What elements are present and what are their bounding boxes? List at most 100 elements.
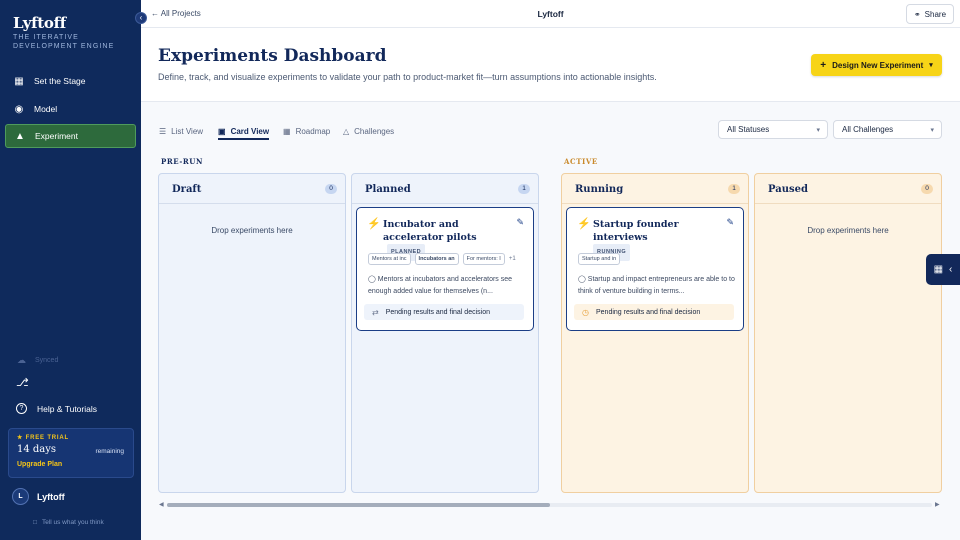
edit-icon[interactable]: ✎ [516,217,524,228]
design-new-experiment-button[interactable]: + Design New Experiment ▾ [811,54,942,76]
status-filter-select[interactable]: All Statuses ▾ [718,120,828,139]
sidebar-item-label: Experiment [35,131,78,141]
active-tab-indicator [218,138,269,140]
top-bar: ← All Projects Lyftoff ⚭ Share [141,0,960,28]
column-count-badge: 1 [728,184,740,194]
scroll-right-arrow[interactable]: ▶ [935,501,940,508]
experiment-card-description: ◯ Mentors at incubators and accelerators… [368,274,526,298]
scroll-left-arrow[interactable]: ◀ [159,501,164,508]
column-draft[interactable]: Draft 0 Drop experiments here [158,173,346,493]
flask-icon: ▲ [15,130,25,142]
column-planned[interactable]: Planned 1 ⚡ Incubator and accelerator pi… [351,173,539,493]
robot-icon: ▦ [933,264,944,275]
column-title: Planned [365,184,411,195]
tab-list-view[interactable]: ☰ List View [159,124,203,138]
assumption-chips: Startup and in [578,253,624,265]
experiment-card[interactable]: ⚡ Startup founder interviews RUNNING ✎ S… [566,207,744,331]
column-divider [755,203,941,204]
clock-icon: ◷ [582,307,589,317]
drop-zone-hint: Drop experiments here [211,226,293,235]
column-divider [352,203,538,204]
sidebar-item-label: Set the Stage [34,76,86,86]
experiment-card-description: ◯ Startup and impact entrepreneurs are a… [578,274,736,298]
lightbulb-icon: ◯ [578,276,586,283]
column-count-badge: 0 [921,184,933,194]
status-filter-value: All Statuses [727,125,770,134]
card-description-text: Mentors at incubators and accelerators s… [368,276,513,295]
share-label: Share [924,9,947,19]
chevron-down-icon: ▾ [816,127,820,134]
tab-label: Roadmap [295,126,331,136]
column-title: Draft [172,184,202,195]
column-paused[interactable]: Paused 0 Drop experiments here [754,173,942,493]
tab-label: List View [171,126,204,136]
help-icon: ? [16,403,27,414]
chat-icon: □ [33,519,37,526]
trial-remaining: remaining [95,448,124,455]
tab-challenges[interactable]: △ Challenges [343,124,394,138]
user-name: Lyftoff [37,491,65,502]
tab-roadmap[interactable]: ▦ Roadmap [283,124,330,138]
edit-icon[interactable]: ✎ [726,217,734,228]
column-title: Running [575,184,624,195]
group-label-pre-run: PRE-RUN [161,157,203,166]
horizontal-scrollbar-thumb[interactable] [167,503,550,507]
card-result-text: Pending results and final decision [595,308,701,316]
column-title: Paused [768,184,808,195]
drop-zone-hint: Drop experiments here [807,226,889,235]
card-icon: ▣ [218,126,226,136]
column-divider [562,203,748,204]
sync-status-label: Synced [35,357,59,364]
bell-icon[interactable]: ⎇ [16,376,29,389]
share-icon: ⚭ [913,9,921,19]
more-chips-count[interactable]: +1 [509,256,516,262]
map-icon: ▦ [283,126,291,136]
feedback-label: Tell us what you think [41,519,104,526]
experiment-card[interactable]: ⚡ Incubator and accelerator pilots PLANN… [356,207,534,331]
share-button[interactable]: ⚭ Share [906,4,954,24]
model-icon: ◉ [14,103,24,115]
tab-card-view[interactable]: ▣ Card View [218,124,269,138]
assumption-chips: Mentors at inc Incubators an For mentors… [368,253,516,265]
help-label: Help & Tutorials [37,403,97,414]
user-profile[interactable]: L Lyftoff [12,488,65,505]
column-running[interactable]: Running 1 ⚡ Startup founder interviews R… [561,173,749,493]
design-button-label: Design New Experiment [832,60,924,70]
brand-logo[interactable]: Lyftoff [13,14,66,32]
page-subtitle: Define, track, and visualize experiments… [158,72,657,82]
assumption-chip[interactable]: Startup and in [578,253,621,265]
challenges-icon: △ [343,126,350,136]
sidebar-item-label: Model [34,104,58,114]
help-tutorials-link[interactable]: ? Help & Tutorials [16,403,97,414]
feedback-link[interactable]: □ Tell us what you think [33,519,104,526]
assumption-chip[interactable]: Mentors at inc [368,253,411,265]
sidebar-item-set-the-stage[interactable]: ▦ Set the Stage [5,69,136,93]
card-description-text: Startup and impact entrepreneurs are abl… [578,276,735,295]
column-count-badge: 1 [518,184,530,194]
tab-label: Challenges [354,126,395,136]
chevron-left-icon: ‹ [949,264,953,275]
assumption-chip[interactable]: Incubators an [414,253,459,265]
column-count-badge: 0 [325,184,337,194]
assumption-chip[interactable]: For mentors: I [462,253,505,265]
group-label-active: ACTIVE [564,157,598,166]
upgrade-plan-link[interactable]: Upgrade Plan [17,461,125,468]
page-title: Experiments Dashboard [158,46,387,66]
card-result-text: Pending results and final decision [385,308,490,316]
chevron-down-icon: ▾ [929,62,933,69]
sidebar-item-experiment[interactable]: ▲ Experiment [5,124,136,148]
lightbulb-icon: ◯ [368,276,376,283]
challenge-filter-select[interactable]: All Challenges ▾ [833,120,942,139]
lightning-icon: ⚡ [367,218,381,230]
assistant-drawer-toggle[interactable]: ▦ ‹ [926,254,960,285]
sync-status: ☁ Synced [17,355,58,366]
tab-label: Card View [230,126,270,136]
stage-icon: ▦ [14,75,24,87]
cloud-icon: ☁ [17,355,26,365]
project-title: Lyftoff [537,9,564,19]
column-divider [159,203,345,204]
page-header: Experiments Dashboard Define, track, and… [141,28,960,102]
brand-tagline: THE ITERATIVE DEVELOPMENT ENGINE [13,34,115,50]
collapse-sidebar-button[interactable]: ‹ [135,12,147,24]
sidebar-item-model[interactable]: ◉ Model [5,97,136,121]
